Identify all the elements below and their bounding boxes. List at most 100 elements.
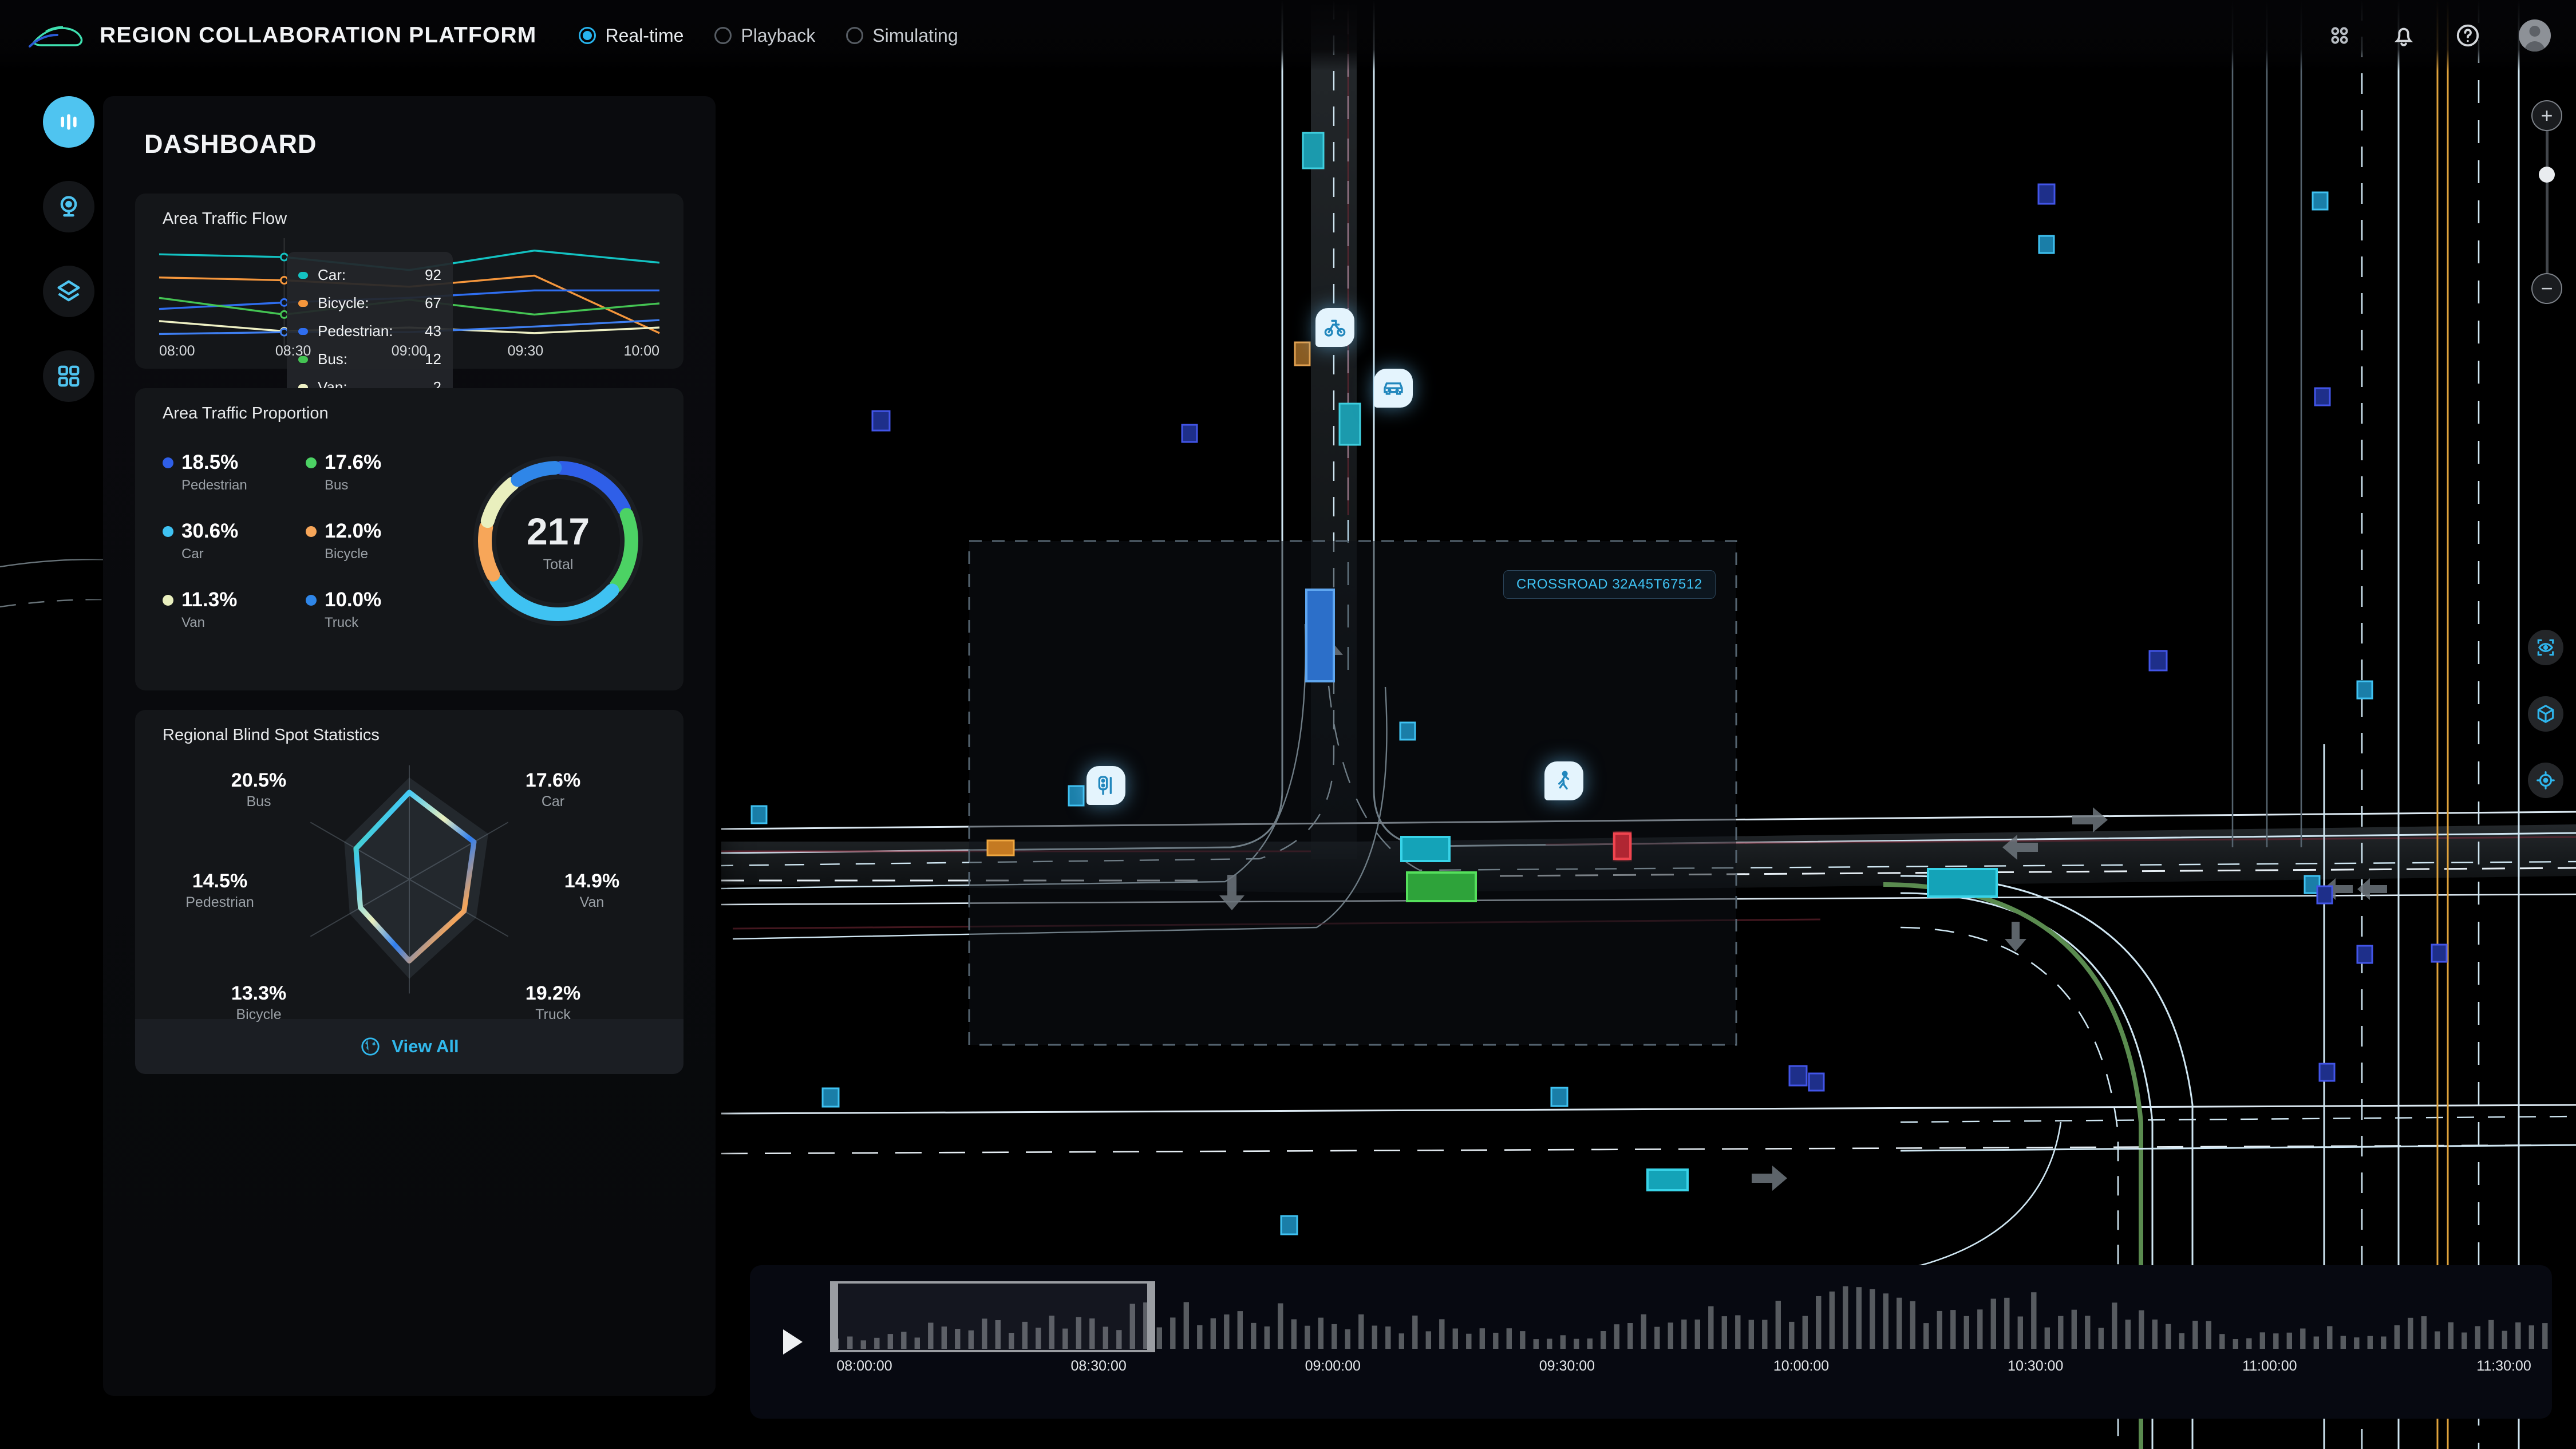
timeline-bar xyxy=(1345,1329,1350,1349)
timeline-bar xyxy=(1170,1317,1176,1349)
mode-playback[interactable]: Playback xyxy=(714,25,815,46)
top-bar: REGION COLLABORATION PLATFORM Real-time … xyxy=(0,0,2576,71)
timeline-axis: 08:00:00 08:30:00 09:00:00 09:30:00 10:00:00… xyxy=(830,1358,2538,1381)
zoom-out-button[interactable]: − xyxy=(2531,273,2562,304)
mode-real-time-label: Real-time xyxy=(605,25,684,46)
timeline-bar xyxy=(2246,1338,2252,1349)
timeline-bar xyxy=(1372,1325,1377,1349)
bicycle-pin[interactable] xyxy=(1315,308,1354,347)
series-dot-pedestrian xyxy=(298,327,308,335)
app-root: CROSSROAD 32A45T67512 + − REGION COLLABO… xyxy=(0,0,2576,1449)
bell-icon[interactable] xyxy=(2391,22,2417,49)
timeline-bar xyxy=(1601,1331,1606,1349)
timeline-bar xyxy=(1425,1331,1431,1349)
timeline-bar xyxy=(2017,1316,2023,1349)
timeline-bar xyxy=(2112,1302,2117,1349)
view-box-button[interactable] xyxy=(2528,630,2563,665)
timeline-bar xyxy=(2125,1320,2131,1349)
proportion-item-bicycle: 12.0% Bicycle xyxy=(306,520,449,562)
timeline-tick: 11:00:00 xyxy=(2242,1358,2297,1374)
timeline-tick: 09:30:00 xyxy=(1539,1358,1595,1374)
timeline-bar xyxy=(2502,1330,2507,1349)
timeline-bar xyxy=(1452,1328,1458,1349)
timeline-bar xyxy=(2085,1316,2091,1349)
series-dot-car xyxy=(298,271,308,279)
locate-target-button[interactable] xyxy=(2528,763,2563,798)
globe-icon xyxy=(361,1037,380,1056)
timeline-bar xyxy=(1668,1322,1673,1349)
dashboard-panel: DASHBOARD Area Traffic Flow Car: 92 Bicy… xyxy=(103,96,716,1396)
zoom-slider-track[interactable] xyxy=(2539,131,2555,273)
car-pin[interactable] xyxy=(1374,369,1413,408)
donut-total-value: 217 xyxy=(526,510,590,552)
zoom-slider-knob[interactable] xyxy=(2539,167,2555,183)
pedestrian-pin[interactable] xyxy=(1544,761,1583,800)
timeline-bar xyxy=(1856,1287,1862,1349)
avatar[interactable] xyxy=(2519,19,2551,52)
mode-switcher[interactable]: Real-time Playback Simulating xyxy=(579,25,958,46)
rail-button-grid[interactable] xyxy=(43,350,94,402)
radar-label-bicycle: 13.3% Bicycle xyxy=(231,982,287,1022)
cube-3d-button[interactable] xyxy=(2528,696,2563,732)
tooltip-value: 43 xyxy=(425,322,441,339)
timeline-selection[interactable] xyxy=(830,1281,1155,1352)
left-rail[interactable] xyxy=(35,96,102,402)
timeline-bar xyxy=(1358,1314,1364,1349)
tooltip-row: Car: 92 xyxy=(298,261,441,289)
radio-simulating-icon xyxy=(846,27,864,44)
apps-grid-icon[interactable] xyxy=(2326,22,2353,49)
legend-dot-bicycle xyxy=(306,526,317,537)
proportion-percent: 18.5% xyxy=(181,451,239,473)
timeline-bar xyxy=(1694,1319,1700,1349)
timeline-bar xyxy=(2515,1322,2521,1349)
timeline-bar xyxy=(1560,1335,1566,1349)
timeline-bar xyxy=(2421,1316,2427,1349)
radar-label-bus: 20.5% Bus xyxy=(231,769,287,810)
map-tool-controls[interactable] xyxy=(2528,630,2563,798)
map-zoom-controls[interactable]: + − xyxy=(2531,100,2562,304)
tooltip-label: Car: xyxy=(318,266,346,283)
card-area-traffic-flow: Area Traffic Flow Car: 92 Bicycle: 67 Pe… xyxy=(135,194,683,440)
timeline-bar xyxy=(1816,1296,1822,1349)
tooltip-label: Bicycle: xyxy=(318,294,369,311)
timeline-bar xyxy=(1156,1327,1162,1349)
timeline-bar xyxy=(2206,1321,2211,1349)
timeline-bar xyxy=(2071,1309,2077,1349)
timeline-bar xyxy=(1937,1310,1942,1349)
timeline-bar xyxy=(2166,1324,2171,1349)
view-all-button[interactable]: View All xyxy=(135,1019,683,1074)
timeline-bar xyxy=(2435,1331,2440,1349)
play-button[interactable] xyxy=(783,1329,803,1355)
tooltip-row: Bicycle: 67 xyxy=(298,289,441,317)
timeline-bar xyxy=(1641,1314,1646,1349)
proportion-percent: 10.0% xyxy=(325,589,382,611)
proportion-percent: 17.6% xyxy=(325,451,382,473)
traffic-light-pin[interactable] xyxy=(1086,766,1125,805)
proportion-label: Van xyxy=(181,615,205,630)
tooltip-value: 67 xyxy=(425,294,441,311)
help-circle-icon[interactable] xyxy=(2455,22,2481,49)
timeline-bar xyxy=(2462,1332,2467,1349)
proportion-legend: 18.5% Pedestrian 17.6% Bus 30.6% Car 12.… xyxy=(163,451,449,631)
timeline-bar xyxy=(1412,1315,1418,1349)
timeline-bar xyxy=(1843,1286,1848,1349)
timeline-bar xyxy=(2300,1328,2306,1349)
mode-real-time[interactable]: Real-time xyxy=(579,25,683,46)
card-regional-blind-spot: Regional Blind Spot Statistics 20.5% Bus xyxy=(135,710,683,1022)
rail-button-camera[interactable] xyxy=(43,181,94,232)
app-logo-icon xyxy=(29,26,83,48)
top-bar-actions[interactable] xyxy=(2326,0,2551,71)
mode-simulating[interactable]: Simulating xyxy=(846,25,958,46)
timeline-bar xyxy=(2327,1326,2333,1349)
timeline-bar xyxy=(1493,1332,1499,1349)
timeline-bar xyxy=(2219,1334,2225,1349)
timeline-bar xyxy=(1398,1333,1404,1349)
zoom-in-button[interactable]: + xyxy=(2531,100,2562,131)
timeline-bar xyxy=(1708,1306,1714,1349)
crossroad-label: CROSSROAD 32A45T67512 xyxy=(1503,570,1716,599)
rail-button-layers[interactable] xyxy=(43,266,94,317)
timeline-bar xyxy=(2273,1333,2279,1349)
timeline-bar xyxy=(1278,1303,1283,1349)
card-title-proportion: Area Traffic Proportion xyxy=(163,404,329,423)
rail-button-dashboard[interactable] xyxy=(43,96,94,148)
